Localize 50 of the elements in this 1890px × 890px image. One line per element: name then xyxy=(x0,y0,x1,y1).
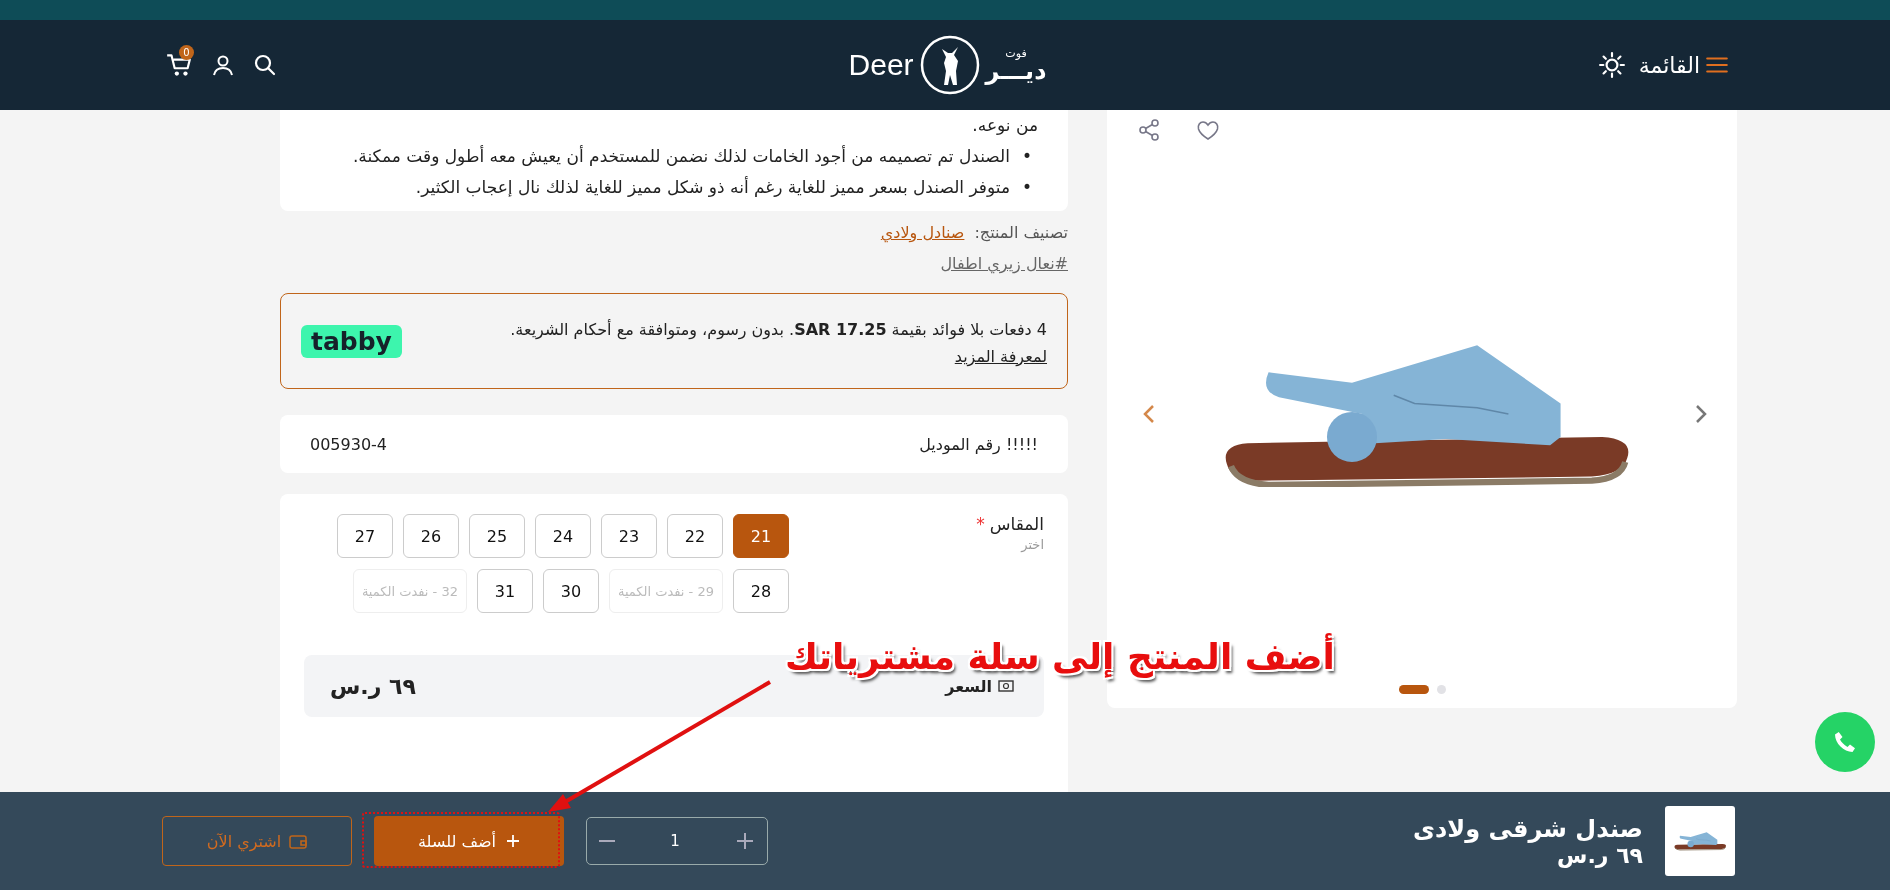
model-number: 005930-4 xyxy=(310,434,388,454)
logo-small-text: فوت xyxy=(1005,47,1027,59)
bullet-text: متوفر الصندل بسعر مميز للغاية رغم أنه ذو شكل مميز للغاية لذلك نال إعجاب الكثير. xyxy=(415,175,1010,199)
tabby-logo: tabby xyxy=(301,324,402,358)
size-hint: اختر xyxy=(1021,537,1044,552)
product-name: صندل شرقى ولادى xyxy=(1413,814,1643,843)
heart-icon[interactable] xyxy=(1195,118,1221,142)
size-option[interactable]: 28 xyxy=(733,569,789,613)
bullet-marker: • xyxy=(1020,145,1033,168)
deer-icon xyxy=(919,35,980,95)
category-label: تصنيف المنتج: xyxy=(974,223,1068,242)
size-label: المقاس xyxy=(989,514,1044,534)
model-label: !!!!! رقم الموديل xyxy=(919,434,1038,454)
category-link[interactable]: صنادل ولادي xyxy=(880,223,965,242)
size-option[interactable]: 31 xyxy=(476,569,533,613)
size-option[interactable]: 30 xyxy=(542,569,599,613)
search-icon[interactable] xyxy=(253,53,277,77)
size-option[interactable]: 21 xyxy=(733,514,789,558)
size-option[interactable]: 23 xyxy=(601,514,657,558)
plus-icon xyxy=(506,834,520,848)
size-option[interactable]: 25 xyxy=(469,514,525,558)
carousel-dot[interactable] xyxy=(1436,685,1446,694)
menu-button[interactable]: القائمة xyxy=(1638,52,1730,78)
learn-more-link[interactable]: لمعرفة المزيد xyxy=(954,346,1047,366)
size-option[interactable]: 27 xyxy=(337,514,393,558)
cash-icon xyxy=(998,679,1014,693)
plus-icon xyxy=(735,831,755,851)
quantity-value: 1 xyxy=(670,832,680,850)
bullet-marker: • xyxy=(1020,176,1033,199)
sandal-drawing xyxy=(1672,831,1728,851)
wallet-icon xyxy=(289,833,308,849)
increase-button[interactable] xyxy=(735,831,755,851)
required-mark: * xyxy=(976,514,985,534)
cart-count-badge: 0 xyxy=(179,45,194,60)
price-label: السعر xyxy=(945,676,992,696)
quantity-stepper[interactable]: 1 xyxy=(586,817,768,865)
product-price: ٦٩ ر.س xyxy=(1557,842,1643,868)
minus-icon xyxy=(599,840,615,842)
user-icon[interactable] xyxy=(211,53,235,77)
bullet-text: الصندل تم تصميمه من أجود الخامات لذلك نضمن للمستخدم أن يعيش معه أطول وقت ممكنة. xyxy=(352,144,1010,168)
sun-icon[interactable] xyxy=(1598,52,1625,78)
size-option[interactable]: 24 xyxy=(535,514,591,558)
add-to-cart-button[interactable]: أضف للسلة xyxy=(374,816,564,866)
size-option[interactable]: 22 xyxy=(667,514,723,558)
logo-text: Deer xyxy=(848,48,914,82)
tag-link[interactable]: #نعال زيري اطفال xyxy=(940,254,1068,273)
share-icon[interactable] xyxy=(1137,118,1161,142)
size-option[interactable]: 26 xyxy=(403,514,459,558)
description-text: من نوعه. xyxy=(971,114,1038,137)
price-value: ٦٩ ر.س xyxy=(330,673,416,699)
